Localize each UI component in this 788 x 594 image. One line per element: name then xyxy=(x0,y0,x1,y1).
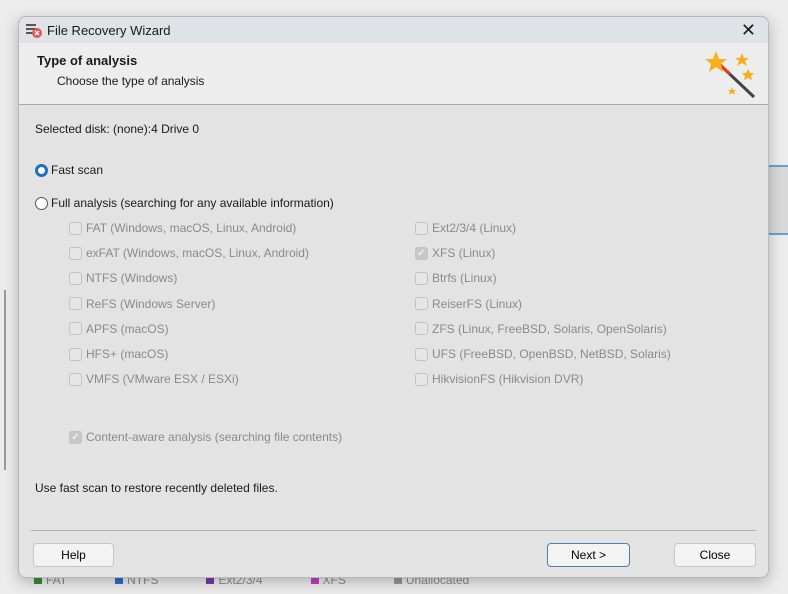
filesystem-checkbox[interactable]: exFAT (Windows, macOS, Linux, Android) xyxy=(69,246,309,260)
hint-text: Use fast scan to restore recently delete… xyxy=(35,481,278,495)
filesystem-label: exFAT (Windows, macOS, Linux, Android) xyxy=(86,246,309,261)
close-button[interactable]: Close xyxy=(674,543,756,567)
filesystem-label: ReiserFS (Linux) xyxy=(432,296,523,311)
checkmark-icon: ✓ xyxy=(415,246,428,260)
content-aware-label: Content-aware analysis (searching file c… xyxy=(86,430,343,444)
filesystem-label: ZFS (Linux, FreeBSD, Solaris, OpenSolari… xyxy=(432,321,667,336)
file-recovery-wizard-dialog: File Recovery Wizard ✕ Type of analysis … xyxy=(18,16,769,578)
title-bar: File Recovery Wizard ✕ xyxy=(19,17,768,43)
full-analysis-label: Full analysis (searching for any availab… xyxy=(51,196,334,210)
full-analysis-radio[interactable]: Full analysis (searching for any availab… xyxy=(35,196,334,210)
checkbox-box xyxy=(69,271,82,285)
filesystem-label: XFS (Linux) xyxy=(432,246,496,261)
divider xyxy=(31,530,756,531)
magic-wand-icon xyxy=(705,51,756,99)
radio-indicator[interactable] xyxy=(35,163,48,177)
filesystem-checkbox[interactable]: ✓ XFS (Linux) xyxy=(415,246,495,260)
checkbox-box xyxy=(69,246,82,260)
close-icon[interactable]: ✕ xyxy=(741,20,756,41)
checkbox-box xyxy=(69,221,82,235)
selected-disk-label: Selected disk: (none):4 Drive 0 xyxy=(35,122,200,136)
checkbox-box xyxy=(415,347,428,361)
filesystem-checkbox[interactable]: Btrfs (Linux) xyxy=(415,271,497,285)
filesystem-checkbox[interactable]: APFS (macOS) xyxy=(69,322,169,336)
filesystem-label: APFS (macOS) xyxy=(86,321,169,336)
app-icon xyxy=(26,24,42,38)
checkbox-box xyxy=(69,372,82,386)
help-button[interactable]: Help xyxy=(33,543,114,567)
page-title: Type of analysis xyxy=(37,53,138,68)
filesystem-checkbox[interactable]: Ext2/3/4 (Linux) xyxy=(415,221,516,235)
filesystem-label: UFS (FreeBSD, OpenBSD, NetBSD, Solaris) xyxy=(432,347,671,361)
checkbox-box xyxy=(69,297,82,311)
filesystem-label: ReFS (Windows Server) xyxy=(86,296,216,311)
filesystem-checkbox[interactable]: UFS (FreeBSD, OpenBSD, NetBSD, Solaris) xyxy=(415,347,671,361)
next-button[interactable]: Next > xyxy=(547,543,630,567)
filesystem-checkbox[interactable]: HFS+ (macOS) xyxy=(69,347,168,361)
filesystem-checkbox[interactable]: HikvisionFS (Hikvision DVR) xyxy=(415,372,583,386)
filesystem-label: Btrfs (Linux) xyxy=(432,271,497,286)
fast-scan-label: Fast scan xyxy=(51,163,104,177)
filesystem-label: VMFS (VMware ESX / ESXi) xyxy=(86,372,239,387)
window-title: File Recovery Wizard xyxy=(47,22,171,38)
fast-scan-radio[interactable]: Fast scan xyxy=(35,163,103,177)
filesystem-label: FAT (Windows, macOS, Linux, Android) xyxy=(86,221,297,235)
filesystem-label: HFS+ (macOS) xyxy=(86,347,169,361)
filesystem-label: Ext2/3/4 (Linux) xyxy=(432,221,517,235)
content-aware-checkbox[interactable]: ✓ Content-aware analysis (searching file … xyxy=(69,430,342,444)
wizard-header: Type of analysis Choose the type of anal… xyxy=(19,43,768,105)
filesystem-checkbox[interactable]: VMFS (VMware ESX / ESXi) xyxy=(69,372,239,386)
filesystem-checkbox[interactable]: ReiserFS (Linux) xyxy=(415,297,522,311)
filesystem-checkbox[interactable]: ZFS (Linux, FreeBSD, Solaris, OpenSolari… xyxy=(415,322,667,336)
filesystem-checkbox[interactable]: FAT (Windows, macOS, Linux, Android) xyxy=(69,221,296,235)
radio-indicator[interactable] xyxy=(35,196,48,210)
background-selected-row xyxy=(768,165,788,235)
checkbox-box xyxy=(415,322,428,336)
checkbox-box xyxy=(415,297,428,311)
checkbox-box xyxy=(415,221,428,235)
checkbox-box xyxy=(415,372,428,386)
checkbox-box xyxy=(69,322,82,336)
checkmark-icon: ✓ xyxy=(69,430,82,444)
filesystem-label: NTFS (Windows) xyxy=(86,271,178,286)
background-scrollbar xyxy=(4,290,6,470)
filesystem-checkbox[interactable]: NTFS (Windows) xyxy=(69,271,177,285)
checkbox-box xyxy=(69,347,82,361)
page-subtitle: Choose the type of analysis xyxy=(57,74,205,88)
checkbox-box xyxy=(415,271,428,285)
filesystem-label: HikvisionFS (Hikvision DVR) xyxy=(432,372,584,387)
filesystem-checkbox[interactable]: ReFS (Windows Server) xyxy=(69,297,215,311)
